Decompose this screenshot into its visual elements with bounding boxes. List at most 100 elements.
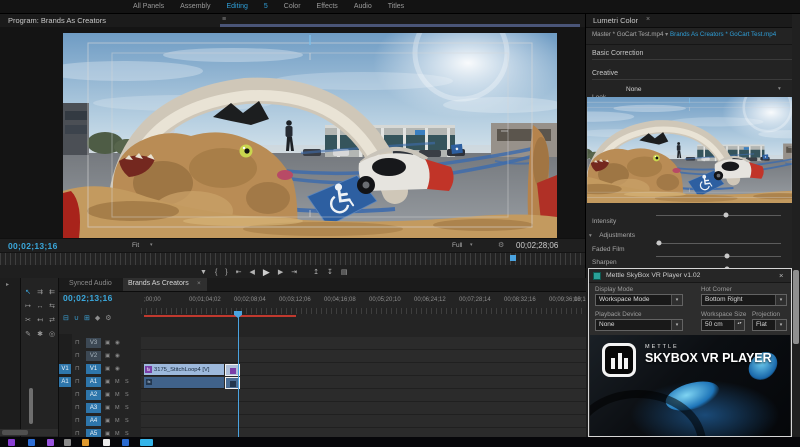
- sync-lock-icon[interactable]: ▣: [105, 377, 110, 387]
- program-monitor-tab[interactable]: Program: Brands As Creators: [8, 16, 106, 25]
- track-select-backward-tool[interactable]: ⇇: [46, 287, 58, 298]
- solo-button[interactable]: S: [125, 416, 129, 426]
- workspace-audio[interactable]: Audio: [354, 3, 372, 10]
- app-icon-5[interactable]: [82, 439, 89, 446]
- program-playhead-handle[interactable]: [510, 255, 516, 261]
- timeline-current-time[interactable]: 00;02;13;16: [63, 293, 113, 303]
- lock-icon[interactable]: ⊓: [75, 351, 80, 361]
- track-output-eye-icon[interactable]: ◉: [115, 338, 120, 348]
- lock-icon[interactable]: ⊓: [75, 364, 80, 374]
- step-forward-button[interactable]: ▶: [278, 268, 283, 276]
- sync-lock-icon[interactable]: ▣: [105, 416, 110, 426]
- extract-button[interactable]: ↧: [327, 268, 333, 276]
- track-output-eye-icon[interactable]: ◉: [115, 351, 120, 361]
- workspace-editing-count[interactable]: 5: [264, 3, 268, 10]
- workspace-effects[interactable]: Effects: [317, 3, 338, 10]
- pen-tool[interactable]: ✎: [22, 329, 34, 340]
- mark-out-button[interactable]: }: [225, 269, 227, 276]
- look-caret-icon[interactable]: ▾: [778, 86, 781, 92]
- mark-in-button[interactable]: {: [215, 269, 217, 276]
- workspace-color[interactable]: Color: [284, 3, 301, 10]
- track-label-v2[interactable]: V2: [86, 351, 101, 361]
- tools-scrollbar-thumb[interactable]: [29, 388, 33, 424]
- zoom-tool[interactable]: ◎: [46, 329, 58, 340]
- lumetri-master-clip[interactable]: Master * GoCart Test.mp4: [592, 31, 663, 38]
- stepper-arrows-icon[interactable]: ▴▾: [734, 320, 744, 330]
- video-clip[interactable]: fx 3175_StitchLoop4 [V]: [144, 364, 224, 375]
- track-select-forward-tool[interactable]: ⇉: [34, 287, 46, 298]
- panel-menu-icon[interactable]: ≡: [222, 16, 226, 23]
- sync-lock-icon[interactable]: ▣: [105, 364, 110, 374]
- hot-corner-select[interactable]: Bottom Right ▾: [701, 294, 787, 306]
- tab-close-icon[interactable]: ×: [197, 280, 201, 287]
- razor-tool[interactable]: ✂: [22, 315, 34, 326]
- hand-tool[interactable]: ✱: [34, 329, 46, 340]
- rolling-edit-tool[interactable]: ↔: [34, 301, 46, 312]
- look-preview-thumbnail[interactable]: [587, 97, 792, 203]
- go-to-out-button[interactable]: ⇥: [291, 268, 297, 276]
- source-patch-v1[interactable]: V1: [59, 364, 71, 374]
- tab-synced-audio[interactable]: Synced Audio: [69, 280, 112, 287]
- panel-caret-icon[interactable]: ▸: [6, 281, 9, 288]
- program-mini-timeline[interactable]: [0, 252, 585, 265]
- track-label-a2[interactable]: A2: [86, 390, 101, 400]
- right-panel-scrollbar-thumb[interactable]: [793, 270, 799, 344]
- slide-tool[interactable]: ⇄: [46, 315, 58, 326]
- rate-stretch-tool[interactable]: ⇆: [46, 301, 58, 312]
- app-icon-4[interactable]: [64, 439, 71, 446]
- track-label-v3[interactable]: V3: [86, 338, 101, 348]
- source-patch-a1[interactable]: A1: [59, 377, 71, 387]
- mute-button[interactable]: M: [115, 377, 120, 387]
- track-output-eye-icon[interactable]: ◉: [115, 364, 120, 374]
- app-icon-2[interactable]: [28, 439, 35, 446]
- lock-icon[interactable]: ⊓: [75, 338, 80, 348]
- sync-lock-icon[interactable]: ▣: [105, 338, 110, 348]
- mute-button[interactable]: M: [115, 403, 120, 413]
- linked-selection-icon[interactable]: ⊞: [84, 314, 90, 322]
- workspace-all-panels[interactable]: All Panels: [133, 3, 164, 10]
- timeline-playhead-line[interactable]: [237, 316, 239, 447]
- project-hscrollbar-track[interactable]: [0, 429, 58, 436]
- display-mode-select[interactable]: Workspace Mode ▾: [595, 294, 683, 306]
- timeline-ruler[interactable]: ;00;00 00;01;04;02 00;02;08;04 00;03;12;…: [141, 292, 586, 318]
- step-back-button[interactable]: ◀: [250, 268, 255, 276]
- zoom-level-select[interactable]: Fit: [132, 242, 139, 249]
- playback-resolution-select[interactable]: Full: [452, 242, 462, 249]
- slip-tool[interactable]: ↤: [34, 315, 46, 326]
- export-frame-button[interactable]: ▤: [341, 268, 348, 276]
- track-label-a1[interactable]: A1: [86, 377, 101, 387]
- add-marker-icon[interactable]: ◆: [95, 314, 100, 322]
- program-video-area[interactable]: [0, 27, 585, 238]
- lock-icon[interactable]: ⊓: [75, 390, 80, 400]
- tab-brands-as-creators[interactable]: Brands As Creators ×: [123, 278, 207, 291]
- insert-overwrite-icon[interactable]: ⊟: [63, 314, 69, 322]
- app-icon-8[interactable]: [140, 439, 153, 446]
- add-marker-button[interactable]: ▼: [200, 269, 207, 276]
- audio-clip[interactable]: fx: [144, 377, 224, 388]
- app-icon-6[interactable]: [103, 439, 110, 446]
- lumetri-sequence-clip[interactable]: Brands As Creators * GoCart Test.mp4: [670, 31, 776, 38]
- project-hscrollbar-thumb[interactable]: [2, 430, 28, 435]
- lift-button[interactable]: ↥: [313, 268, 319, 276]
- faded-film-slider[interactable]: [656, 238, 781, 248]
- mute-button[interactable]: M: [115, 416, 120, 426]
- intensity-slider[interactable]: [656, 210, 781, 220]
- track-label-v1[interactable]: V1: [86, 364, 101, 374]
- section-creative[interactable]: Creative: [592, 70, 792, 80]
- sharpen-slider[interactable]: [656, 251, 781, 261]
- sync-lock-icon[interactable]: ▣: [105, 390, 110, 400]
- vr-title-bar[interactable]: Mettle SkyBox VR Player v1.02 ×: [589, 269, 791, 283]
- lock-icon[interactable]: ⊓: [75, 416, 80, 426]
- right-panel-scrollbar-track[interactable]: [792, 14, 800, 437]
- app-icon-7[interactable]: [122, 439, 129, 446]
- playback-device-select[interactable]: None ▾: [595, 319, 683, 331]
- timeline-settings-icon[interactable]: ⚙: [105, 314, 111, 322]
- snap-icon[interactable]: ∪: [74, 314, 79, 322]
- adjustments-header[interactable]: ▾ Adjustments: [589, 224, 789, 239]
- program-current-time[interactable]: 00;02;13;16: [8, 241, 58, 251]
- workspace-editing[interactable]: Editing: [226, 3, 247, 10]
- ripple-edit-tool[interactable]: ↦: [22, 301, 34, 312]
- workspace-titles[interactable]: Titles: [388, 3, 404, 10]
- section-basic-correction[interactable]: Basic Correction: [592, 50, 792, 60]
- app-icon-1[interactable]: [8, 439, 15, 446]
